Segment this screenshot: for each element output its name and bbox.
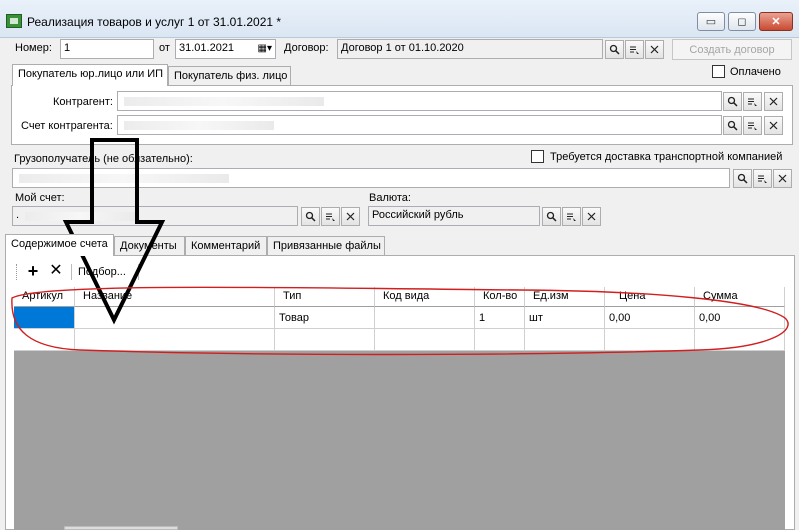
annotation-arrow: [62, 138, 166, 325]
annotation-ellipse: [11, 286, 789, 356]
tab-buyer-legal[interactable]: Покупатель юр.лицо или ИП: [12, 64, 168, 86]
tab-invoice-content[interactable]: Содержимое счета: [5, 234, 114, 256]
